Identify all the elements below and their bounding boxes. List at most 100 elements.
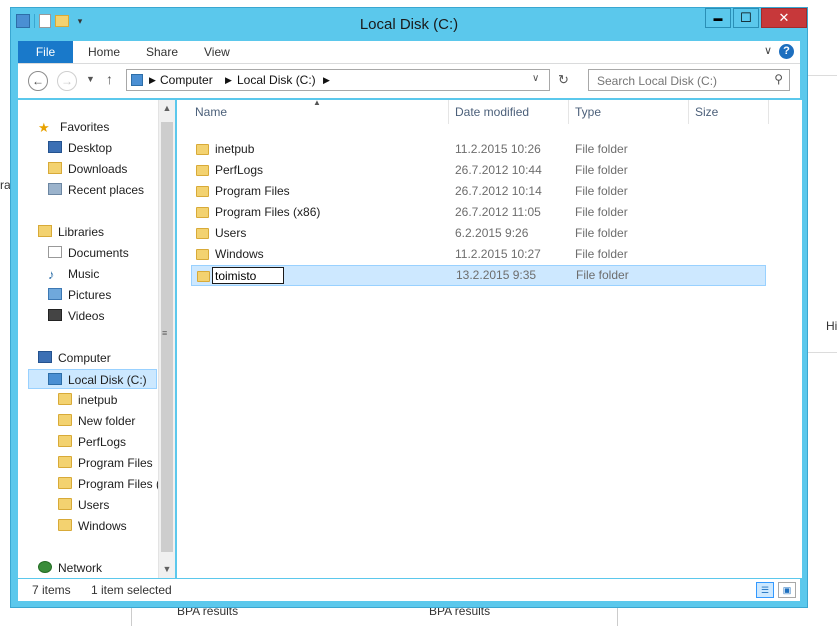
nav-scrollbar[interactable]: ▲ ≡ ▼ <box>158 100 175 578</box>
navigation-pane: ★ Favorites Desktop Downloads Recent plac… <box>18 100 174 578</box>
ribbon-tabs: File Home Share View ∨ ? <box>18 41 800 64</box>
search-input[interactable] <box>595 73 769 89</box>
column-date-modified[interactable]: Date modified <box>449 100 569 124</box>
help-icon[interactable]: ? <box>779 44 794 59</box>
star-icon: ★ <box>38 120 50 135</box>
nav-new-folder[interactable]: New folder <box>58 411 135 431</box>
nav-computer[interactable]: Computer <box>38 348 111 368</box>
nav-network[interactable]: Network <box>38 558 102 578</box>
table-row[interactable]: Windows 11.2.2015 10:27 File folder <box>191 244 766 265</box>
table-row[interactable]: Program Files 26.7.2012 10:14 File folder <box>191 181 766 202</box>
search-box[interactable]: ⚲ <box>588 69 790 91</box>
tab-file[interactable]: File <box>18 41 73 63</box>
breadcrumb-computer[interactable]: Computer <box>160 73 213 87</box>
background-divider-right-2 <box>808 352 837 353</box>
title-bar[interactable]: ▾ Local Disk (C:) ▬ ☐ ✕ <box>11 8 807 40</box>
documents-icon <box>48 246 62 258</box>
address-bar[interactable]: ▶ Computer ▶ Local Disk (C:) ▶ ∨ <box>126 69 550 91</box>
folder-icon <box>196 144 209 155</box>
nav-favorites[interactable]: ★ Favorites <box>38 117 109 137</box>
breadcrumb-local-disk[interactable]: Local Disk (C:) <box>237 73 316 87</box>
address-dropdown-icon[interactable]: ∨ <box>532 73 539 84</box>
minimize-button[interactable]: ▬ <box>705 8 731 28</box>
large-icons-view-icon[interactable]: ▣ <box>778 582 796 598</box>
folder-icon <box>58 393 72 405</box>
music-icon: ♪ <box>48 267 55 282</box>
nav-users[interactable]: Users <box>58 495 109 515</box>
rename-field[interactable] <box>212 267 284 284</box>
column-name[interactable]: Name ▲ <box>189 98 449 124</box>
folder-icon <box>58 519 72 531</box>
item-count: 7 items <box>32 583 71 597</box>
desktop-icon <box>48 141 62 153</box>
search-icon[interactable]: ⚲ <box>774 72 783 86</box>
recent-places-icon <box>48 183 62 195</box>
nav-program-files[interactable]: Program Files <box>58 453 153 473</box>
up-button[interactable]: ↑ <box>106 71 113 87</box>
status-bar: 7 items 1 item selected ☰ ▣ <box>18 579 800 601</box>
close-button[interactable]: ✕ <box>761 8 807 28</box>
downloads-icon <box>48 162 62 174</box>
expand-ribbon-icon[interactable]: ∨ <box>764 44 772 57</box>
file-list: Name ▲ Date modified Type Size inetpub 11.… <box>177 98 802 578</box>
breadcrumb-sep-icon[interactable]: ▶ <box>149 75 156 86</box>
nav-local-disk[interactable]: Local Disk (C:) <box>28 369 157 389</box>
nav-inetpub[interactable]: inetpub <box>58 390 117 410</box>
breadcrumb-sep-icon[interactable]: ▶ <box>323 75 330 86</box>
explorer-window: ▾ Local Disk (C:) ▬ ☐ ✕ File Home Share … <box>10 7 808 608</box>
background-box-line-2 <box>617 608 618 626</box>
folder-icon <box>196 165 209 176</box>
table-row[interactable]: inetpub 11.2.2015 10:26 File folder <box>191 139 766 160</box>
folder-icon <box>58 435 72 447</box>
table-row-renaming[interactable]: 13.2.2015 9:35File folder <box>191 265 766 286</box>
computer-icon <box>131 74 143 86</box>
table-row[interactable]: Users 6.2.2015 9:26 File folder <box>191 223 766 244</box>
nav-documents[interactable]: Documents <box>48 243 129 263</box>
background-divider-right <box>808 75 837 76</box>
folder-icon <box>58 477 72 489</box>
folder-icon <box>196 186 209 197</box>
tab-share[interactable]: Share <box>146 41 178 63</box>
refresh-icon[interactable]: ↻ <box>558 72 569 88</box>
tab-home[interactable]: Home <box>88 41 120 63</box>
nav-desktop[interactable]: Desktop <box>48 138 112 158</box>
forward-button[interactable]: → <box>57 71 77 91</box>
nav-libraries[interactable]: Libraries <box>38 222 104 242</box>
back-button[interactable]: ← <box>28 71 48 91</box>
table-row[interactable]: Program Files (x86) 26.7.2012 11:05 File f… <box>191 202 766 223</box>
nav-program-files-x86[interactable]: Program Files ( <box>58 474 158 494</box>
nav-recent-places[interactable]: Recent places <box>48 180 144 200</box>
computer-icon <box>38 351 52 363</box>
column-size[interactable]: Size <box>689 100 769 124</box>
breadcrumb-sep-icon[interactable]: ▶ <box>225 75 232 86</box>
address-row: ← → ▼ ↑ ▶ Computer ▶ Local Disk (C:) ▶ ∨… <box>18 64 800 98</box>
folder-icon <box>58 498 72 510</box>
window-title: Local Disk (C:) <box>359 16 459 33</box>
nav-perflogs[interactable]: PerfLogs <box>58 432 126 452</box>
scroll-down-icon[interactable]: ▼ <box>159 561 175 578</box>
pictures-icon <box>48 288 62 300</box>
nav-windows[interactable]: Windows <box>58 516 127 536</box>
column-type[interactable]: Type <box>569 100 689 124</box>
nav-downloads[interactable]: Downloads <box>48 159 127 179</box>
network-icon <box>38 561 52 573</box>
recent-locations-icon[interactable]: ▼ <box>86 74 95 84</box>
tab-view[interactable]: View <box>204 41 230 63</box>
nav-videos[interactable]: Videos <box>48 306 104 326</box>
libraries-icon <box>38 225 52 237</box>
scroll-up-icon[interactable]: ▲ <box>159 100 175 117</box>
drive-icon <box>48 373 62 385</box>
details-view-icon[interactable]: ☰ <box>756 582 774 598</box>
maximize-button[interactable]: ☐ <box>733 8 759 28</box>
nav-music[interactable]: ♪ Music <box>48 264 99 284</box>
table-row[interactable]: PerfLogs 26.7.2012 10:44 File folder <box>191 160 766 181</box>
nav-pictures[interactable]: Pictures <box>48 285 111 305</box>
background-box-line <box>131 608 132 626</box>
caption-buttons: ▬ ☐ ✕ <box>705 8 807 28</box>
folder-icon <box>58 414 72 426</box>
folder-icon <box>196 207 209 218</box>
folder-icon <box>58 456 72 468</box>
folder-icon <box>197 271 210 282</box>
folder-icon <box>196 228 209 239</box>
background-text-right: Hi <box>826 319 837 333</box>
